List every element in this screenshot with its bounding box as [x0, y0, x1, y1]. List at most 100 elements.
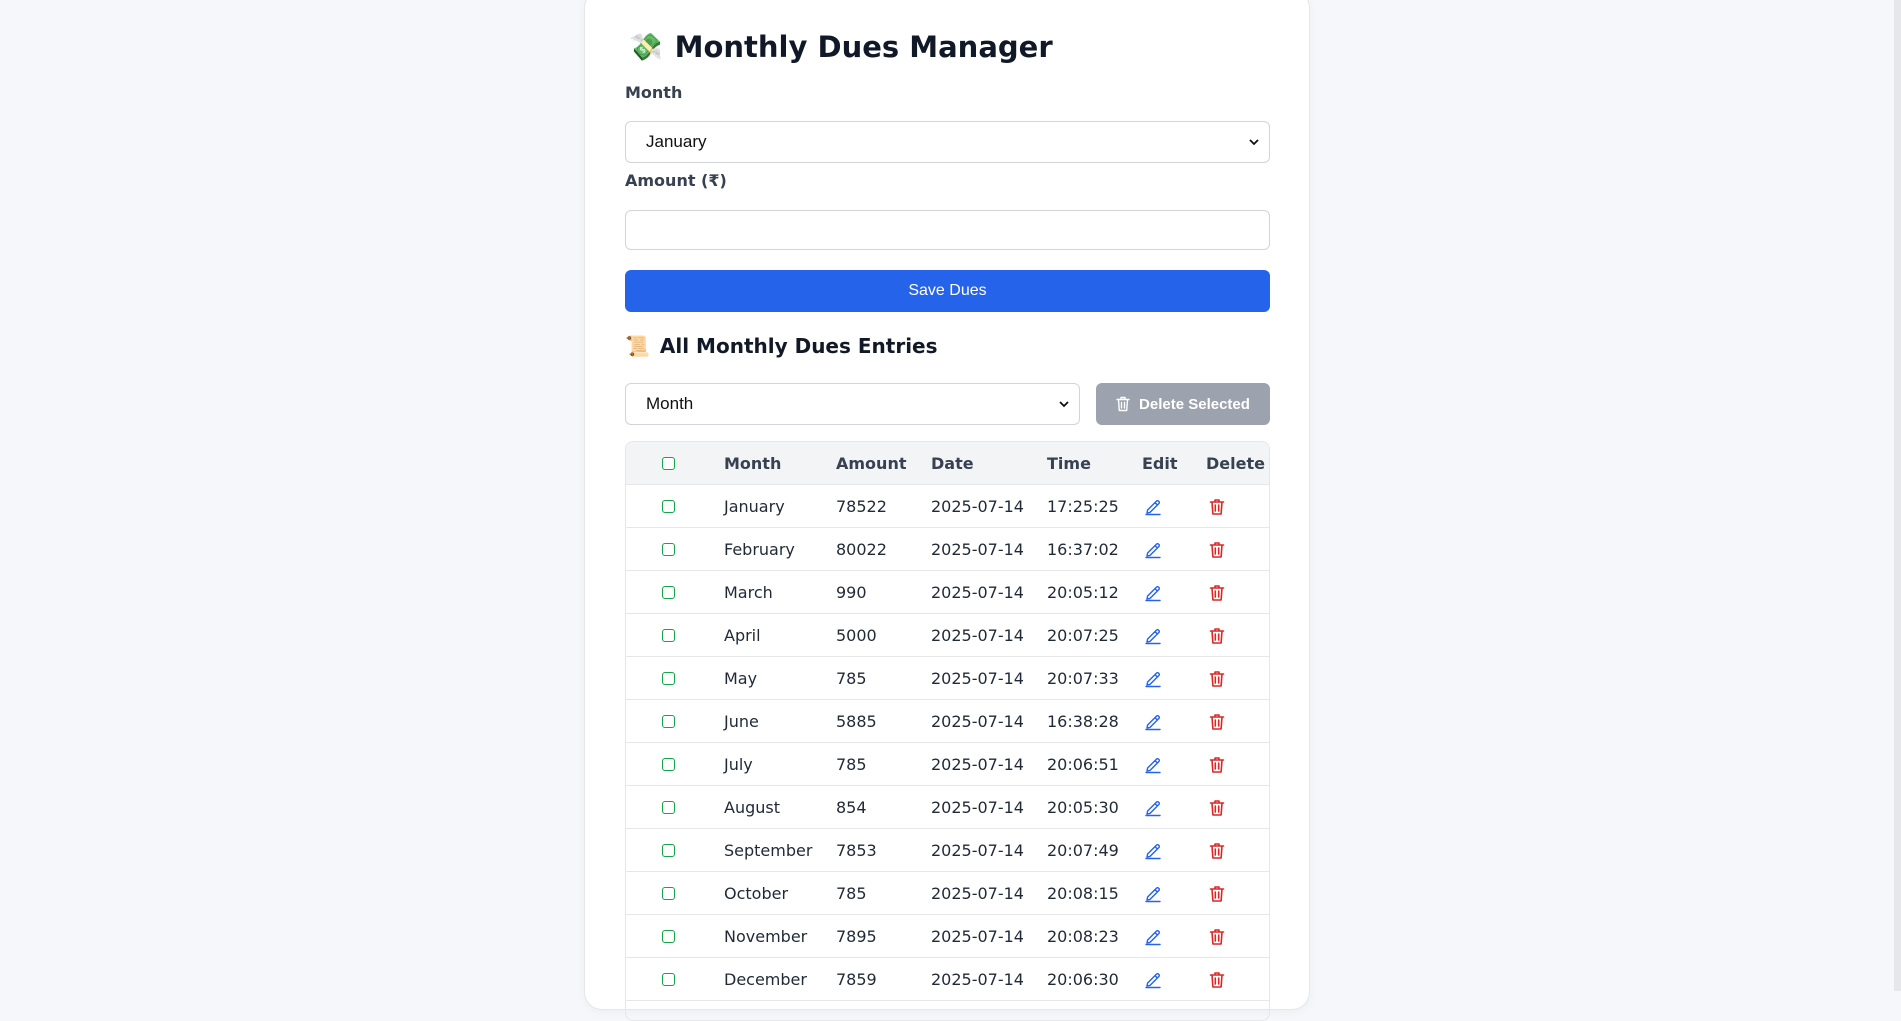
delete-button[interactable] — [1206, 528, 1228, 571]
cell-month: July — [724, 755, 753, 774]
edit-button[interactable] — [1142, 528, 1164, 571]
row-checkbox[interactable] — [658, 786, 678, 829]
cell-month: September — [724, 841, 813, 860]
edit-button[interactable] — [1142, 872, 1164, 915]
pencil-icon — [1145, 714, 1161, 730]
edit-button[interactable] — [1142, 786, 1164, 829]
cell-amount: 78522 — [836, 497, 887, 516]
row-checkbox[interactable] — [658, 657, 678, 700]
delete-button[interactable] — [1206, 571, 1228, 614]
cell-time: 20:05:30 — [1047, 798, 1119, 817]
table-row: May 785 2025-07-14 20:07:33 — [626, 657, 1269, 700]
delete-button[interactable] — [1206, 829, 1228, 872]
edit-button[interactable] — [1142, 700, 1164, 743]
row-checkbox[interactable] — [658, 485, 678, 528]
delete-button[interactable] — [1206, 614, 1228, 657]
row-checkbox[interactable] — [658, 872, 678, 915]
row-checkbox[interactable] — [658, 829, 678, 872]
cell-month: May — [724, 669, 758, 688]
cell-date: 2025-07-14 — [931, 884, 1024, 903]
delete-button[interactable] — [1206, 872, 1228, 915]
cell-amount: 785 — [836, 884, 867, 903]
row-checkbox[interactable] — [658, 614, 678, 657]
amount-input[interactable] — [625, 210, 1270, 250]
delete-button[interactable] — [1206, 786, 1228, 829]
entries-heading-text: All Monthly Dues Entries — [659, 334, 938, 358]
edit-button[interactable] — [1142, 958, 1164, 1001]
cell-date: 2025-07-14 — [931, 712, 1024, 731]
page-scrollbar[interactable] — [1894, 0, 1901, 991]
cell-amount: 7853 — [836, 841, 877, 860]
edit-button[interactable] — [1142, 915, 1164, 958]
delete-button[interactable] — [1206, 915, 1228, 958]
edit-button[interactable] — [1142, 829, 1164, 872]
delete-selected-label: Delete Selected — [1139, 395, 1250, 413]
cell-time: 20:06:30 — [1047, 970, 1119, 989]
pencil-icon — [1145, 628, 1161, 644]
cell-date: 2025-07-14 — [931, 841, 1024, 860]
edit-button[interactable] — [1142, 485, 1164, 528]
cell-time: 20:07:33 — [1047, 669, 1119, 688]
trash-icon — [1209, 928, 1225, 945]
cell-time: 20:07:49 — [1047, 841, 1119, 860]
trash-icon — [1209, 584, 1225, 601]
cell-time: 20:06:51 — [1047, 755, 1119, 774]
delete-button[interactable] — [1206, 958, 1228, 1001]
column-header-amount: Amount — [836, 454, 907, 473]
row-checkbox[interactable] — [658, 571, 678, 614]
cell-month: January — [724, 497, 785, 516]
column-header-time: Time — [1047, 454, 1091, 473]
pencil-icon — [1145, 972, 1161, 988]
table-row: September 7853 2025-07-14 20:07:49 — [626, 829, 1269, 872]
edit-button[interactable] — [1142, 571, 1164, 614]
save-dues-button[interactable]: Save Dues — [625, 270, 1270, 312]
page-title-text: Monthly Dues Manager — [674, 30, 1053, 64]
edit-button[interactable] — [1142, 743, 1164, 786]
cell-month: June — [724, 712, 759, 731]
row-checkbox[interactable] — [658, 528, 678, 571]
pencil-icon — [1145, 843, 1161, 859]
cell-amount: 785 — [836, 669, 867, 688]
cell-month: August — [724, 798, 780, 817]
delete-selected-button[interactable]: Delete Selected — [1096, 383, 1270, 425]
cell-time: 16:38:28 — [1047, 712, 1119, 731]
cell-time: 20:08:15 — [1047, 884, 1119, 903]
row-checkbox[interactable] — [658, 958, 678, 1001]
table-row: April 5000 2025-07-14 20:07:25 — [626, 614, 1269, 657]
cell-amount: 854 — [836, 798, 867, 817]
table-row: June 5885 2025-07-14 16:38:28 — [626, 700, 1269, 743]
entries-heading: 📜 All Monthly Dues Entries — [625, 331, 938, 361]
delete-button[interactable] — [1206, 743, 1228, 786]
cell-amount: 785 — [836, 755, 867, 774]
cell-date: 2025-07-14 — [931, 755, 1024, 774]
cell-time: 20:08:23 — [1047, 927, 1119, 946]
row-checkbox[interactable] — [658, 743, 678, 786]
cell-month: November — [724, 927, 808, 946]
trash-icon — [1209, 842, 1225, 859]
select-all-checkbox[interactable] — [658, 442, 678, 485]
column-header-month: Month — [724, 454, 782, 473]
row-checkbox[interactable] — [658, 915, 678, 958]
cell-date: 2025-07-14 — [931, 927, 1024, 946]
column-header-delete: Delete — [1206, 454, 1265, 473]
edit-button[interactable] — [1142, 614, 1164, 657]
month-select[interactable]: January — [625, 121, 1270, 163]
delete-button[interactable] — [1206, 700, 1228, 743]
cell-amount: 5885 — [836, 712, 877, 731]
filter-select[interactable]: Month — [625, 383, 1080, 425]
table-row: October 785 2025-07-14 20:08:15 — [626, 872, 1269, 915]
row-checkbox[interactable] — [658, 700, 678, 743]
cell-date: 2025-07-14 — [931, 798, 1024, 817]
pencil-icon — [1145, 886, 1161, 902]
trash-icon — [1209, 756, 1225, 773]
delete-button[interactable] — [1206, 657, 1228, 700]
edit-button[interactable] — [1142, 657, 1164, 700]
cell-amount: 990 — [836, 583, 867, 602]
pencil-icon — [1145, 542, 1161, 558]
cell-time: 17:25:25 — [1047, 497, 1119, 516]
pencil-icon — [1145, 800, 1161, 816]
cell-month: April — [724, 626, 761, 645]
cell-time: 20:07:25 — [1047, 626, 1119, 645]
delete-button[interactable] — [1206, 485, 1228, 528]
table-row: December 7859 2025-07-14 20:06:30 — [626, 958, 1269, 1001]
